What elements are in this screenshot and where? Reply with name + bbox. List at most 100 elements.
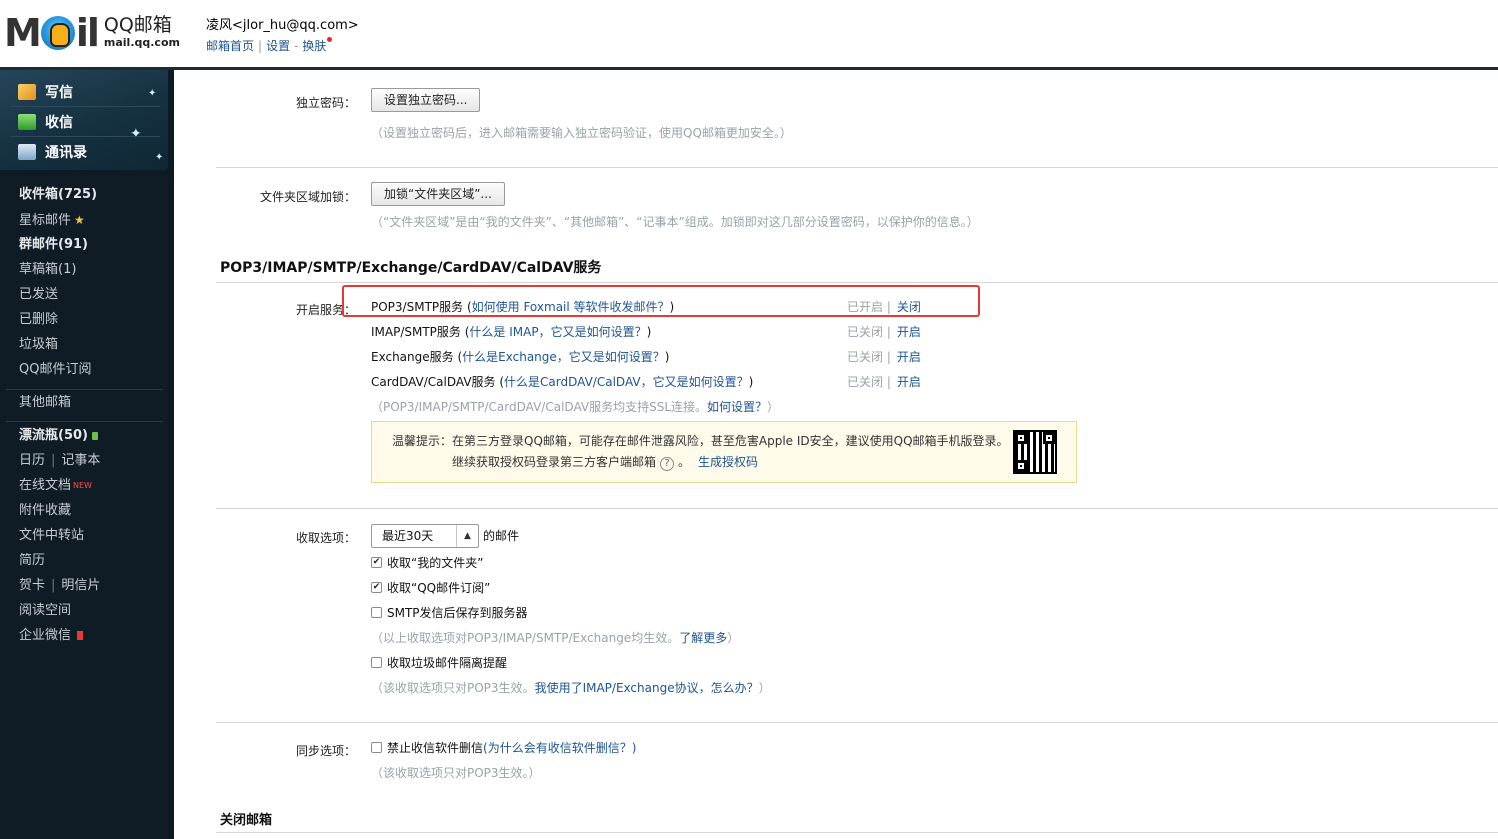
opt-smtp-save-label: SMTP发信后保存到服务器 (387, 606, 528, 620)
generate-code-link[interactable]: 生成授权码 (698, 455, 758, 469)
qq-mail-logo[interactable]: M il QQ邮箱 mail.qq.com (4, 14, 180, 52)
divider (6, 389, 163, 390)
contacts-button[interactable]: 通讯录 (18, 139, 87, 165)
toggle-exchange-button[interactable]: 开启 (897, 350, 921, 364)
compose-button[interactable]: 写信 (18, 79, 73, 105)
sidebar-item-trash[interactable]: 垃圾箱 (19, 335, 58, 355)
sidebar: ✦ ✦ ✦ 写信 收信 通讯录 收件箱(725) 星标邮件 ★ 群邮件(91) 草… (0, 70, 174, 839)
service-close-paren: ) (664, 350, 670, 364)
sidebar-item-reading[interactable]: 阅读空间 (19, 601, 71, 621)
sidebar-item-resume[interactable]: 简历 (19, 551, 45, 571)
folder-lock-hint: （“文件夹区域”是由“我的文件夹”、“其他邮箱”、“记事本”组成。加锁即对这几部… (371, 215, 979, 229)
checkbox-unchecked[interactable] (371, 742, 382, 753)
sparkle-icon: ✦ (155, 152, 164, 163)
divider (216, 832, 1498, 833)
compose-label: 写信 (45, 85, 73, 101)
opt-my-folders[interactable]: ✔ 收取“我的文件夹” (371, 554, 483, 571)
receive-hint-1-close: ） (727, 631, 740, 645)
receive-range-value: 最近30天 (382, 529, 434, 543)
receive-options-label: 收取选项： (295, 531, 356, 545)
sidebar-item-bottle[interactable]: 漂流瓶(50) (19, 426, 98, 446)
opt-no-delete[interactable]: 禁止收信软件删信 (为什么会有收信软件删信？) (371, 739, 636, 756)
logo-cn: QQ邮箱 (103, 14, 172, 36)
imap-help-link[interactable]: 我使用了IMAP/Exchange协议，怎么办？ (535, 681, 759, 695)
sidebar-item-calendar[interactable]: 日历 (19, 453, 45, 468)
sidebar-item-transfer[interactable]: 文件中转站 (19, 526, 84, 546)
lock-icon (91, 431, 98, 440)
no-delete-help-link[interactable]: (为什么会有收信软件删信？) (483, 739, 636, 756)
sidebar-item-postcards[interactable]: 明信片 (61, 578, 100, 593)
sparkle-icon: ✦ (148, 88, 157, 99)
checkbox-checked[interactable]: ✔ (371, 582, 382, 593)
receive-button[interactable]: 收信 (18, 109, 73, 135)
sidebar-item-drafts[interactable]: 草稿箱(1) (19, 260, 76, 280)
checkbox-unchecked[interactable] (371, 657, 382, 668)
new-dot-icon (327, 37, 333, 42)
sidebar-item-sent[interactable]: 已发送 (19, 285, 58, 305)
sidebar-item-subscribe[interactable]: QQ邮件订阅 (19, 360, 91, 380)
sidebar-actions: ✦ ✦ ✦ 写信 收信 通讯录 (0, 70, 168, 170)
pwd-label: 独立密码： (295, 96, 356, 110)
question-icon[interactable]: ? (660, 457, 675, 471)
security-tip: 温馨提示：在第三方登录QQ邮箱，可能存在邮件泄露风险，甚至危害Apple ID安… (371, 421, 1077, 483)
learn-more-link[interactable]: 了解更多 (679, 631, 727, 645)
pipe: | (51, 453, 56, 468)
link-settings[interactable]: 设置 (266, 39, 290, 53)
service-close-paren: ) (646, 325, 652, 339)
receive-label: 收信 (45, 115, 73, 131)
sidebar-item-greeting-cards[interactable]: 贺卡 (19, 578, 45, 593)
qr-finder (1015, 432, 1027, 444)
service-help-link[interactable]: 什么是Exchange，它又是如何设置？ (462, 350, 665, 364)
pencil-icon (18, 84, 36, 100)
toggle-carddav-button[interactable]: 开启 (897, 375, 921, 389)
ssl-help-link[interactable]: 如何设置？ (707, 400, 767, 414)
sidebar-item-starred[interactable]: 星标邮件 ★ (19, 210, 85, 230)
link-skin[interactable]: 换肤 (302, 39, 326, 53)
header-divider (0, 67, 1498, 70)
sidebar-item-notes[interactable]: 记事本 (61, 453, 100, 468)
lock-folder-button[interactable]: 加锁“文件夹区域”... (371, 182, 505, 206)
toggle-imap-button[interactable]: 开启 (897, 325, 921, 339)
logo-letters-m: M (4, 11, 42, 55)
logo-url: mail.qq.com (103, 36, 180, 49)
opt-subscriptions[interactable]: ✔ 收取“QQ邮件订阅” (371, 579, 490, 596)
sidebar-item-docs[interactable]: 在线文档 NEW (19, 476, 92, 496)
header: M il QQ邮箱 mail.qq.com 凌风<jlor_hu@qq.com>… (0, 0, 1498, 67)
opt-my-folders-label: 收取“我的文件夹” (387, 556, 484, 570)
service-status-imap: 已关闭 | 开启 (847, 323, 921, 340)
starred-label: 星标邮件 (19, 213, 72, 228)
sidebar-item-group[interactable]: 群邮件(91) (19, 235, 88, 255)
qr-finder (1015, 460, 1027, 472)
opt-smtp-save[interactable]: SMTP发信后保存到服务器 (371, 604, 528, 621)
docs-label: 在线文档 (19, 478, 72, 493)
divider (216, 167, 1498, 168)
opt-spam-alert[interactable]: 收取垃圾邮件隔离提醒 (371, 654, 507, 671)
service-help-link[interactable]: 什么是 IMAP，它又是如何设置？ (469, 325, 646, 339)
opt-spam-alert-label: 收取垃圾邮件隔离提醒 (387, 656, 508, 670)
service-exchange: Exchange服务 (什么是Exchange，它又是如何设置？) (371, 348, 669, 365)
service-help-link[interactable]: 什么是CardDAV/CalDAV，它又是如何设置？ (504, 375, 749, 389)
logo-penguin-icon (40, 16, 75, 50)
sidebar-item-deleted[interactable]: 已删除 (19, 310, 58, 330)
pipe: | (51, 578, 56, 593)
sidebar-item-calendar-notes: 日历 | 记事本 (19, 451, 100, 471)
sidebar-item-wework[interactable]: 企业微信 (19, 626, 84, 646)
link-sep: | (258, 39, 263, 53)
link-mail-home[interactable]: 邮箱首页 (206, 39, 254, 53)
sidebar-item-inbox[interactable]: 收件箱(725) (19, 185, 97, 205)
sidebar-item-attachments[interactable]: 附件收藏 (19, 501, 71, 521)
link-sep: - (294, 39, 299, 53)
divider (216, 508, 1498, 509)
star-icon: ★ (74, 213, 85, 227)
service-name: CardDAV/CalDAV服务 ( (371, 375, 505, 389)
tip-line-2: 继续获取授权码登录第三方客户端邮箱?。生成授权码 (452, 453, 758, 471)
sidebar-item-other-mail[interactable]: 其他邮箱 (19, 393, 71, 413)
service-name: IMAP/SMTP服务 ( (371, 325, 470, 339)
checkbox-checked[interactable]: ✔ (371, 557, 382, 568)
checkbox-unchecked[interactable] (371, 607, 382, 618)
set-password-button[interactable]: 设置独立密码... (371, 88, 481, 112)
receive-range-select[interactable]: 最近30天 ▲ (371, 524, 479, 548)
receive-range-suffix: 的邮件 (483, 529, 520, 543)
close-mailbox-title: 关闭邮箱 (220, 813, 273, 828)
tip-period: 。 (678, 455, 691, 469)
